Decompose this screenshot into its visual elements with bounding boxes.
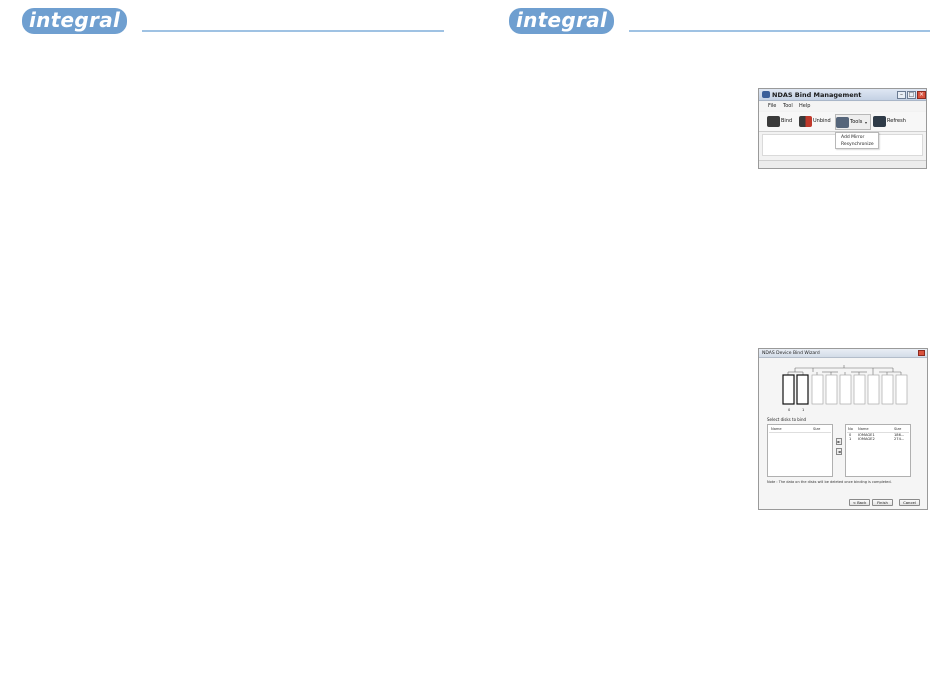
left-page-header: integral [22, 8, 444, 34]
move-left-button[interactable]: ◄ [836, 448, 842, 455]
disk-slot-7[interactable] [881, 374, 894, 405]
tools-button[interactable]: Tools ▾ [835, 114, 871, 130]
right-page-header: integral [509, 8, 930, 34]
left-header-rule [142, 30, 444, 32]
menu-tool[interactable]: Tool [783, 103, 793, 110]
bind-window-title: NDAS Bind Management [772, 91, 862, 99]
wizard-titlebar: NDAS Device Bind Wizard [759, 349, 927, 358]
available-disks-list[interactable]: Name Size [767, 424, 833, 477]
finish-button[interactable]: Finish [872, 499, 893, 506]
minimize-button[interactable]: – [897, 91, 906, 99]
tools-dropdown-arrow-icon[interactable]: ▾ [865, 119, 867, 126]
bind-window-statusbar [759, 160, 926, 168]
ndas-app-icon [762, 91, 770, 98]
right-logo-text: integral [516, 8, 608, 32]
tree-connectors [787, 365, 902, 375]
disk-slot-6[interactable] [867, 374, 880, 405]
disk-slot-0[interactable] [782, 374, 795, 405]
maximize-button[interactable]: □ [907, 91, 916, 99]
disk-label-0: 0 [788, 408, 791, 412]
bind-window-toolbar: Bind Unbind Tools ▾ Refresh [759, 112, 926, 132]
right-logo: integral [509, 8, 615, 34]
right-header-rule [629, 30, 930, 32]
left-logo: integral [22, 8, 128, 34]
disk-slot-1[interactable] [796, 374, 809, 405]
menu-item-add-mirror[interactable]: Add Mirror [841, 135, 864, 141]
bind-wizard-window: NDAS Device Bind Wizard 0 1 Select disks… [758, 348, 928, 510]
close-button[interactable]: × [917, 91, 926, 99]
left-logo-text: integral [29, 8, 121, 32]
refresh-button-label: Refresh [887, 118, 906, 124]
wizard-close-button[interactable] [918, 350, 925, 356]
unbind-icon [799, 116, 812, 127]
refresh-icon [873, 116, 886, 127]
row-1-size[interactable]: 274... [894, 437, 904, 442]
bind-icon [767, 116, 780, 127]
selected-disks-list[interactable]: No Name Size 0 IOMAGE1 186... 1 IOMAGE2 … [845, 424, 911, 477]
back-button[interactable]: < Back [849, 499, 870, 506]
tools-dropdown-menu: Add Mirror Resynchronize [835, 132, 879, 149]
select-disks-label: Select disks to bind [767, 417, 807, 422]
wizard-note: Note : The data on the disks will be del… [767, 480, 892, 484]
disk-slot-5[interactable] [853, 374, 866, 405]
menu-help[interactable]: Help [799, 103, 810, 110]
wizard-title: NDAS Device Bind Wizard [762, 351, 820, 356]
bind-button[interactable]: Bind [767, 114, 795, 130]
tools-button-label: Tools [850, 119, 863, 125]
bind-button-label: Bind [781, 118, 793, 124]
bind-window-menubar: File Tool Help [759, 102, 926, 111]
disk-slot-4[interactable] [839, 374, 852, 405]
left-header-divider [769, 432, 831, 433]
menu-item-resynchronize[interactable]: Resynchronize [841, 142, 874, 148]
move-right-button[interactable]: ► [836, 438, 842, 445]
row-1-name[interactable]: IOMAGE2 [858, 437, 875, 442]
row-1-no[interactable]: 1 [849, 437, 851, 442]
cancel-button[interactable]: Cancel [899, 499, 920, 506]
disk-slot-2[interactable] [811, 374, 824, 405]
refresh-button[interactable]: Refresh [873, 114, 913, 130]
bind-management-window: NDAS Bind Management – □ × File Tool Hel… [758, 88, 927, 169]
menu-file[interactable]: File [768, 103, 776, 110]
tools-icon [836, 117, 849, 128]
unbind-button-label: Unbind [813, 118, 831, 124]
disk-slot-8[interactable] [895, 374, 908, 405]
disk-label-1: 1 [802, 408, 804, 412]
disk-slot-3[interactable] [825, 374, 838, 405]
unbind-button[interactable]: Unbind [799, 114, 833, 130]
bind-window-titlebar: NDAS Bind Management – □ × [759, 89, 926, 101]
